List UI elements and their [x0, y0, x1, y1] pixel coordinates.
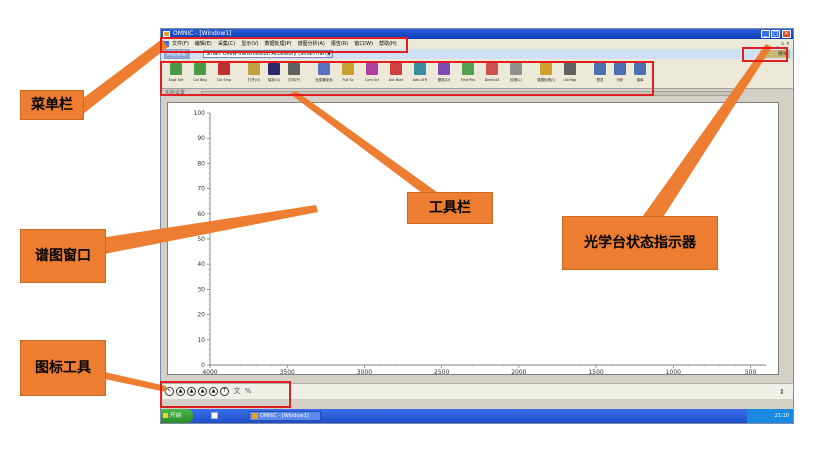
system-tray: 21:10	[747, 409, 793, 423]
quick-launch-icon[interactable]	[211, 412, 218, 419]
start-button[interactable]: 开始	[161, 409, 193, 423]
y-tick-label: 40	[197, 261, 205, 268]
windows-flag-icon	[163, 413, 168, 418]
y-tick-label: 20	[197, 312, 205, 319]
callout-spectrum-window: 谱图窗口	[20, 229, 106, 283]
minimize-button[interactable]: _	[761, 30, 770, 38]
callout-icon-tools: 图标工具	[20, 340, 106, 396]
toolbar-highlight	[160, 61, 654, 96]
window-title: OMNIC - [Window1]	[173, 30, 232, 37]
start-label: 开始	[169, 412, 182, 419]
y-tick-label: 50	[197, 236, 205, 243]
y-tick-label: 0	[201, 362, 205, 369]
callout-toolbar: 工具栏	[407, 192, 493, 224]
screenshot-stage: OMNIC - [Window1] _ □ × 文件(F) 编辑(E) 采集(C) 显…	[0, 0, 835, 456]
close-button[interactable]: ×	[782, 30, 791, 38]
menubar-arrow	[70, 39, 168, 118]
y-tick-label: 70	[197, 186, 205, 193]
clock: 21:10	[774, 413, 789, 419]
y-tick-label: 100	[194, 110, 206, 117]
omnic-task-icon	[252, 413, 258, 419]
menubar-highlight	[160, 37, 408, 53]
y-tick-label: 90	[197, 135, 205, 142]
taskbar-item-omnic[interactable]: OMNIC - [Window1]	[249, 411, 321, 421]
taskbar-item-label: OMNIC - [Window1]	[260, 413, 309, 419]
y-tick-label: 30	[197, 286, 205, 293]
callout-bench-indicator: 光学台状态指示器	[562, 216, 718, 270]
maximize-button[interactable]: □	[771, 30, 780, 38]
icon-tools-arrow	[96, 370, 166, 392]
callout-menubar: 菜单栏	[20, 90, 84, 120]
y-tick-label: 60	[197, 211, 205, 218]
bench-status-highlight	[742, 47, 788, 62]
scroll-arrows-icon[interactable]: ⇕	[779, 387, 787, 397]
y-tick-label: 80	[197, 160, 205, 167]
windows-taskbar: 开始 OMNIC - [Window1] 21:10	[161, 409, 793, 423]
y-tick-label: 10	[197, 337, 205, 344]
icon-tools-highlight	[160, 381, 291, 408]
